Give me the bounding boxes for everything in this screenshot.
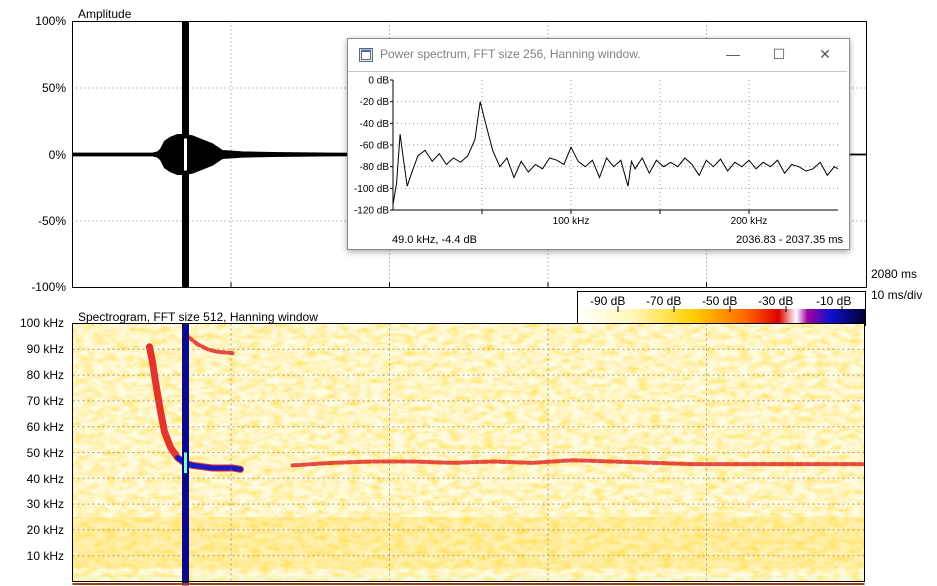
ps-series-line	[392, 101, 839, 205]
spec-ytick-100: 100 kHz	[19, 316, 64, 330]
power-spectrum-plot-area[interactable]: 0 dB -20 dB -40 dB -60 dB -80 dB -100 dB -120 …	[348, 71, 847, 248]
ps-ytick-label-2: -40 dB	[360, 119, 390, 130]
spec-ytick-30: 30 kHz	[26, 497, 64, 511]
ps-ytick-label-4: -80 dB	[360, 162, 390, 173]
maximize-icon: ☐	[772, 46, 786, 62]
cursor-readout: 49.0 kHz, -4.4 dB	[392, 234, 477, 246]
spectrogram-low-band	[72, 517, 865, 569]
spec-ytick-60: 60 kHz	[26, 420, 64, 434]
spec-ytick-20: 20 kHz	[26, 523, 64, 537]
spectrogram-title: Spectrogram, FFT size 512, Hanning windo…	[78, 310, 318, 324]
ps-ytick-label-1: -20 dB	[360, 97, 390, 108]
spectrogram-plot[interactable]	[72, 323, 866, 586]
spec-ytick-50: 50 kHz	[26, 446, 64, 460]
colorbar-label-10: -10 dB	[816, 294, 852, 308]
amplitude-ytick-100: 100%	[35, 14, 66, 28]
colorbar-label-50: -50 dB	[702, 294, 738, 308]
spectrogram-cursor-highlight	[184, 452, 187, 474]
time-position-label: 2080 ms	[871, 267, 918, 281]
colorbar-label-30: -30 dB	[758, 294, 794, 308]
power-spectrum-title: Power spectrum, FFT size 256, Hanning wi…	[380, 47, 641, 61]
amplitude-ytick-50: 50%	[41, 81, 66, 95]
amplitude-ytick-neg100: -100%	[31, 280, 66, 294]
minimize-button[interactable]: —	[710, 39, 756, 71]
power-spectrum-window[interactable]: Power spectrum, FFT size 256, Hanning wi…	[347, 38, 850, 250]
spec-ytick-10: 10 kHz	[26, 549, 64, 563]
ps-xtick-label-1: 200 kHz	[731, 216, 768, 227]
spec-ytick-70: 70 kHz	[26, 394, 64, 408]
app-window-icon	[359, 48, 373, 62]
ps-ytick-label-6: -120 dB	[354, 206, 389, 217]
ps-xtick-label-0: 100 kHz	[553, 216, 590, 227]
ps-ytick-label-3: -60 dB	[360, 141, 390, 152]
spec-ytick-90: 90 kHz	[26, 342, 64, 356]
db-colorbar: -90 dB -70 dB -50 dB -30 dB -10 dB	[577, 291, 866, 326]
amplitude-title: Amplitude	[78, 7, 132, 21]
minimize-icon: —	[726, 46, 740, 62]
ps-ytick-label-0: 0 dB	[368, 76, 389, 87]
colorbar-label-70: -70 dB	[646, 294, 682, 308]
time-scale-label: 10 ms/div	[871, 288, 923, 302]
maximize-button[interactable]: ☐	[756, 39, 802, 71]
spec-ytick-40: 40 kHz	[26, 472, 64, 486]
power-spectrum-titlebar[interactable]: Power spectrum, FFT size 256, Hanning wi…	[348, 39, 849, 71]
power-spectrum-chart[interactable]: 0 dB -20 dB -40 dB -60 dB -80 dB -100 dB -120 …	[348, 72, 847, 248]
colorbar-label-90: -90 dB	[590, 294, 626, 308]
amplitude-ytick-0: 0%	[48, 148, 66, 162]
close-icon: ✕	[819, 46, 831, 62]
close-button[interactable]: ✕	[802, 39, 848, 71]
amplitude-cursor-gap	[184, 138, 187, 171]
amplitude-ytick-neg50: -50%	[37, 214, 66, 228]
spec-ytick-80: 80 kHz	[26, 368, 64, 382]
time-range-readout: 2036.83 - 2037.35 ms	[735, 234, 843, 246]
ps-ytick-label-5: -100 dB	[354, 184, 389, 195]
